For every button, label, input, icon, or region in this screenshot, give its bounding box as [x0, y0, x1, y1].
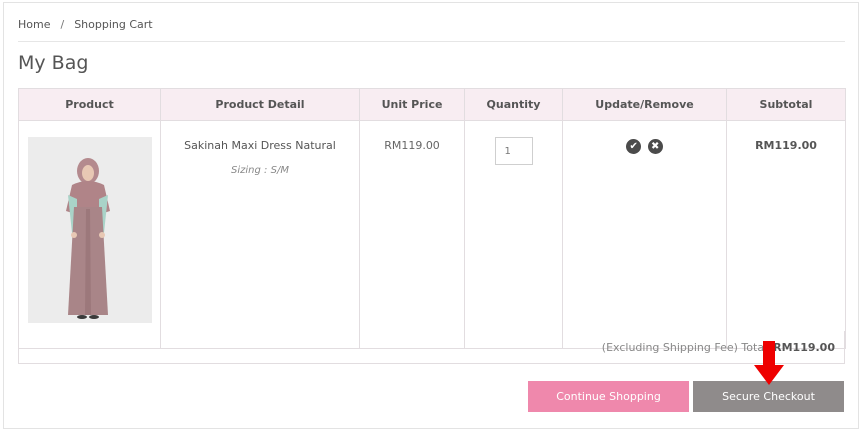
quantity-cell [464, 120, 563, 349]
subtotal-value: RM119.00 [755, 139, 817, 152]
product-detail-cell: Sakinah Maxi Dress Natural Sizing : S/M [160, 120, 360, 349]
product-sizing: Sizing : S/M [231, 165, 289, 176]
breadcrumb-home-link[interactable]: Home [18, 18, 50, 31]
total-label: (Excluding Shipping Fee) Total [601, 341, 768, 354]
breadcrumb-separator: / [60, 18, 65, 31]
column-header-update-remove: Update/Remove [562, 88, 727, 121]
total-row: (Excluding Shipping Fee) Total RM119.00 [18, 331, 845, 364]
close-icon[interactable]: ✖ [647, 139, 663, 154]
cart-table: Product Product Detail Unit Price Quanti… [18, 88, 846, 349]
breadcrumb: Home / Shopping Cart [18, 18, 153, 31]
product-image-cell [18, 120, 161, 349]
unit-price: RM119.00 [384, 139, 440, 152]
breadcrumb-divider [18, 41, 845, 42]
product-name[interactable]: Sakinah Maxi Dress Natural [161, 139, 359, 152]
column-header-subtotal: Subtotal [726, 88, 846, 121]
product-image[interactable] [28, 137, 152, 323]
column-header-product: Product [18, 88, 161, 121]
quantity-input[interactable] [494, 137, 533, 165]
unit-price-cell: RM119.00 [359, 120, 465, 349]
column-header-quantity: Quantity [464, 88, 563, 121]
check-icon[interactable]: ✔ [626, 139, 642, 154]
column-header-unit-price: Unit Price [359, 88, 465, 121]
column-header-product-detail: Product Detail [160, 88, 360, 121]
continue-shopping-button[interactable]: Continue Shopping [528, 381, 689, 412]
breadcrumb-current: Shopping Cart [74, 18, 153, 31]
subtotal-cell: RM119.00 [726, 120, 846, 349]
annotation-arrow-icon [754, 341, 784, 385]
page-title: My Bag [18, 52, 89, 74]
table-header-row: Product Product Detail Unit Price Quanti… [18, 88, 846, 121]
update-remove-cell: ✔ ✖ [562, 120, 727, 349]
table-row: Sakinah Maxi Dress Natural Sizing : S/M … [18, 120, 846, 349]
